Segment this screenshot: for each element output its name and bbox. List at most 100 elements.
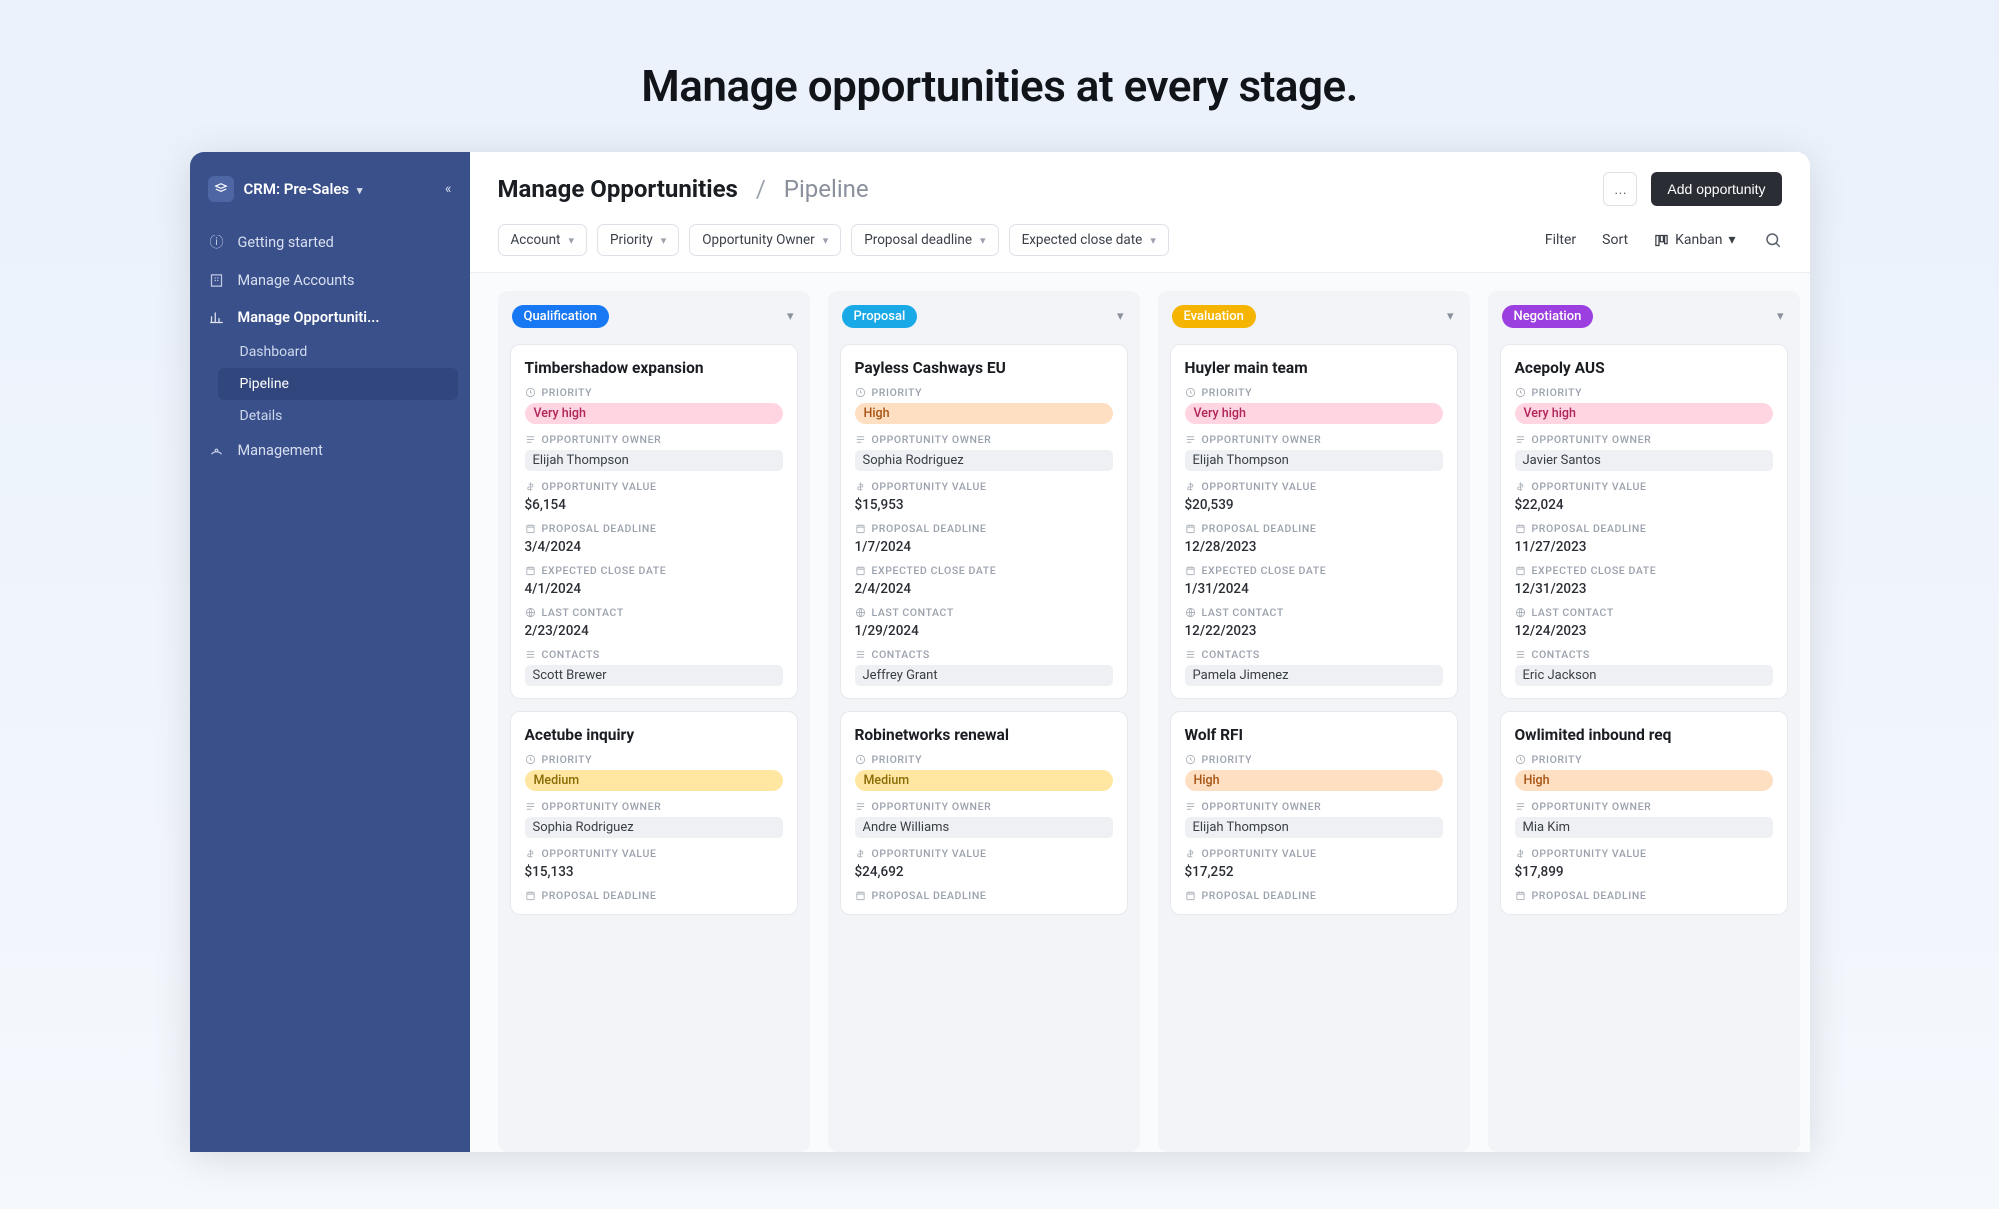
card-title: Timbershadow expansion — [525, 359, 783, 377]
opportunity-card[interactable]: Acepoly AUS PRIORITY Very high OPPORTUNI… — [1500, 344, 1788, 699]
app-window: CRM: Pre-Sales ▾ « ⓘ Getting started Man… — [190, 152, 1810, 1152]
column-menu-button[interactable]: ▾ — [1117, 309, 1124, 324]
card-field: LAST CONTACT 2/23/2024 — [525, 606, 783, 639]
field-label: OPPORTUNITY VALUE — [525, 847, 783, 860]
sidebar: CRM: Pre-Sales ▾ « ⓘ Getting started Man… — [190, 152, 470, 1152]
stage-pill[interactable]: Negotiation — [1502, 305, 1594, 328]
sidebar-item-label: Manage Accounts — [238, 272, 355, 289]
opportunity-card[interactable]: Acetube inquiry PRIORITY Medium OPPORTUN… — [510, 711, 798, 915]
sidebar-item-manage-opportunities[interactable]: Manage Opportuniti... — [190, 299, 470, 336]
clock-icon — [525, 387, 536, 398]
filter-priority[interactable]: Priority ▾ — [597, 224, 679, 256]
collapse-sidebar-button[interactable]: « — [445, 181, 452, 197]
stage-pill[interactable]: Qualification — [512, 305, 609, 328]
sidebar-item-label: Manage Opportuniti... — [238, 309, 380, 326]
column-header: Qualification ▾ — [510, 303, 798, 332]
sidebar-item-management[interactable]: Management — [190, 432, 470, 469]
breadcrumb-separator: / — [756, 175, 766, 203]
sidebar-item-getting-started[interactable]: ⓘ Getting started — [190, 222, 470, 262]
card-field: PRIORITY High — [1515, 753, 1773, 791]
field-label: PROPOSAL DEADLINE — [1515, 522, 1773, 535]
owner-tag: Andre Williams — [855, 817, 1113, 838]
close-date-text: 2/4/2024 — [855, 581, 1113, 597]
sidebar-subitem-dashboard[interactable]: Dashboard — [218, 336, 470, 368]
card-field: PROPOSAL DEADLINE 11/27/2023 — [1515, 522, 1773, 555]
priority-badge: High — [1515, 770, 1773, 791]
chevron-down-icon: ▾ — [980, 234, 986, 247]
list-icon — [1515, 649, 1526, 660]
opportunity-card[interactable]: Robinetworks renewal PRIORITY Medium OPP… — [840, 711, 1128, 915]
field-label: LAST CONTACT — [855, 606, 1113, 619]
card-field: PRIORITY Medium — [525, 753, 783, 791]
card-field: CONTACTS Jeffrey Grant — [855, 648, 1113, 686]
chevron-down-icon: ▾ — [1728, 232, 1735, 248]
field-label: PROPOSAL DEADLINE — [855, 522, 1113, 535]
filter-button[interactable]: Filter — [1537, 226, 1584, 254]
card-field: PROPOSAL DEADLINE 1/7/2024 — [855, 522, 1113, 555]
filter-owner[interactable]: Opportunity Owner▾ — [689, 224, 841, 256]
opportunity-card[interactable]: Huyler main team PRIORITY Very high OPPO… — [1170, 344, 1458, 699]
column-menu-button[interactable]: ▾ — [1777, 309, 1784, 324]
opportunity-card[interactable]: Wolf RFI PRIORITY High OPPORTUNITY OWNER… — [1170, 711, 1458, 915]
list-icon — [525, 649, 536, 660]
sidebar-item-manage-accounts[interactable]: Manage Accounts — [190, 262, 470, 299]
page-title: Manage Opportunities — [498, 175, 738, 203]
list-icon — [1185, 434, 1196, 445]
workspace-title[interactable]: CRM: Pre-Sales ▾ — [244, 180, 435, 199]
column-menu-button[interactable]: ▾ — [787, 309, 794, 324]
calendar-icon — [855, 565, 866, 576]
list-icon — [1185, 649, 1196, 660]
filter-deadline[interactable]: Proposal deadline▾ — [851, 224, 998, 256]
card-field: PRIORITY High — [855, 386, 1113, 424]
calendar-icon — [1185, 565, 1196, 576]
card-field: PROPOSAL DEADLINE — [525, 889, 783, 902]
contact-tag: Eric Jackson — [1515, 665, 1773, 686]
sort-button[interactable]: Sort — [1594, 226, 1636, 254]
card-field: OPPORTUNITY VALUE $15,953 — [855, 480, 1113, 513]
value-text: $15,953 — [855, 497, 1113, 513]
page-header: Manage Opportunities / Pipeline … Add op… — [470, 152, 1810, 218]
info-icon: ⓘ — [208, 232, 226, 252]
chevron-down-icon: ▾ — [568, 234, 574, 247]
field-label: OPPORTUNITY OWNER — [1185, 800, 1443, 813]
card-field: OPPORTUNITY VALUE $22,024 — [1515, 480, 1773, 513]
globe-icon — [1185, 607, 1196, 618]
search-button[interactable] — [1764, 231, 1782, 249]
field-label: CONTACTS — [855, 648, 1113, 661]
list-icon — [855, 434, 866, 445]
chevron-down-icon: ▾ — [661, 234, 667, 247]
add-opportunity-button[interactable]: Add opportunity — [1651, 172, 1781, 206]
breadcrumb-current: Pipeline — [784, 175, 869, 203]
sidebar-subitem-pipeline[interactable]: Pipeline — [218, 368, 458, 400]
clock-icon — [855, 387, 866, 398]
opportunity-card[interactable]: Timbershadow expansion PRIORITY Very hig… — [510, 344, 798, 699]
view-mode-selector[interactable]: Kanban ▾ — [1646, 226, 1743, 254]
field-label: PROPOSAL DEADLINE — [525, 522, 783, 535]
chip-label: Priority — [610, 232, 653, 248]
calendar-icon — [1185, 890, 1196, 901]
card-field: OPPORTUNITY VALUE $15,133 — [525, 847, 783, 880]
opportunity-card[interactable]: Payless Cashways EU PRIORITY High OPPORT… — [840, 344, 1128, 699]
column-menu-button[interactable]: ▾ — [1447, 309, 1454, 324]
opportunity-card[interactable]: Owlimited inbound req PRIORITY High OPPO… — [1500, 711, 1788, 915]
filter-account[interactable]: Account▾ — [498, 224, 587, 256]
card-title: Huyler main team — [1185, 359, 1443, 377]
chevron-down-icon: ▾ — [823, 234, 829, 247]
card-field: PRIORITY Very high — [1515, 386, 1773, 424]
card-field: EXPECTED CLOSE DATE 12/31/2023 — [1515, 564, 1773, 597]
column-header: Evaluation ▾ — [1170, 303, 1458, 332]
stage-pill[interactable]: Proposal — [842, 305, 918, 328]
card-field: OPPORTUNITY OWNER Javier Santos — [1515, 433, 1773, 471]
sidebar-subitem-details[interactable]: Details — [218, 400, 470, 432]
field-label: PRIORITY — [1185, 386, 1443, 399]
close-date-text: 1/31/2024 — [1185, 581, 1443, 597]
card-field: EXPECTED CLOSE DATE 1/31/2024 — [1185, 564, 1443, 597]
kanban-board: Qualification ▾ Timbershadow expansion P… — [470, 273, 1810, 1152]
more-actions-button[interactable]: … — [1603, 172, 1637, 206]
card-field: OPPORTUNITY OWNER Elijah Thompson — [1185, 433, 1443, 471]
filter-close-date[interactable]: Expected close date▾ — [1009, 224, 1169, 256]
value-text: $6,154 — [525, 497, 783, 513]
stage-pill[interactable]: Evaluation — [1172, 305, 1256, 328]
card-field: PROPOSAL DEADLINE — [1515, 889, 1773, 902]
globe-icon — [1515, 607, 1526, 618]
